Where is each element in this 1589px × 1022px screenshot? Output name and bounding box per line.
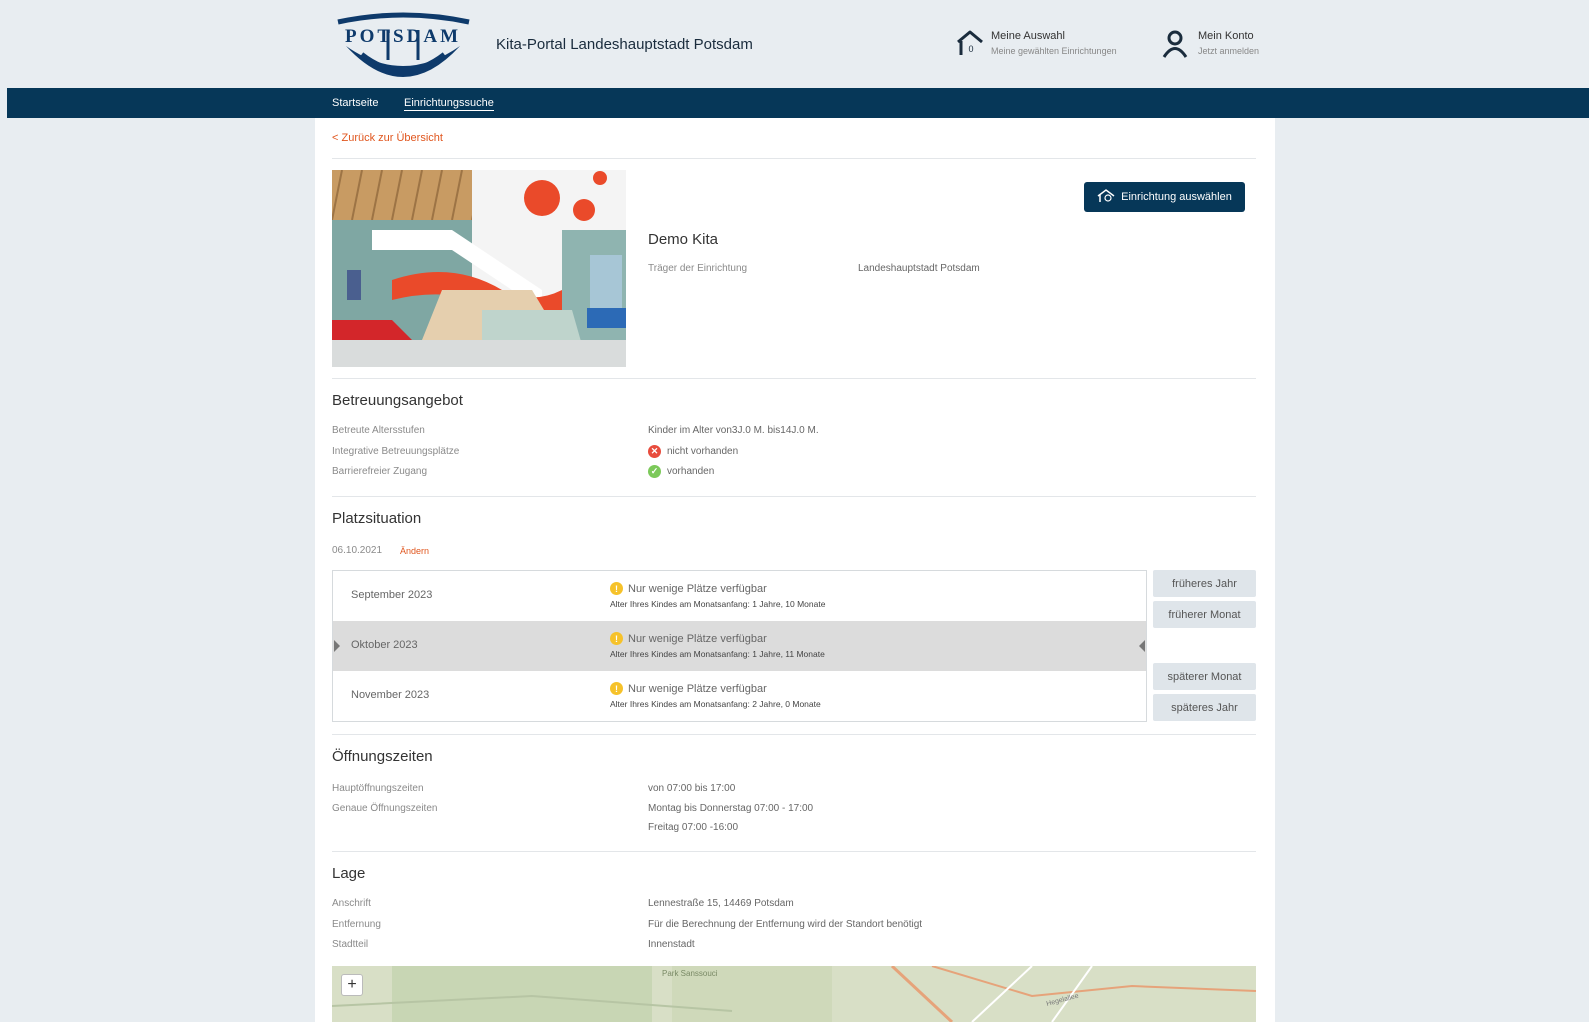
warning-icon: ! [610,682,623,695]
site-header: POTSDAM Kita-Portal Landeshauptstadt Pot… [7,0,1589,88]
select-facility-button[interactable]: Einrichtung auswählen [1084,182,1245,212]
stadtteil-value: Innenstadt [648,939,695,950]
month-age: Alter Ihres Kindes am Monatsanfang: 1 Ja… [610,649,825,659]
anschrift-label: Anschrift [332,898,371,909]
traeger-value: Landeshauptstadt Potsdam [858,263,980,274]
frueheres-jahr-button[interactable]: früheres Jahr [1153,570,1256,597]
altersstufen-text: Kinder im Alter von3J.0 M. bis14J.0 M. [648,425,819,436]
house-icon: 0 [955,28,985,58]
facility-name: Demo Kita [648,231,719,248]
stadtteil-label: Stadtteil [332,939,369,950]
genau-label: Genaue Öffnungszeiten [332,803,438,814]
konto-title: Mein Konto [1198,30,1254,42]
nav-einrichtungssuche[interactable]: Einrichtungssuche [404,97,494,111]
frueherer-monat-button[interactable]: früherer Monat [1153,601,1256,628]
month-row[interactable]: September 2023 ! Nur wenige Plätze verfü… [333,571,1146,621]
main-content: < Zurück zur Übersicht Einrichtung auswä… [315,118,1275,1022]
meine-auswahl-link[interactable]: 0 Meine Auswahl Meine gewählten Einricht… [955,28,1117,58]
platz-heading: Platzsituation [332,510,422,527]
nav-startseite[interactable]: Startseite [332,97,378,109]
logo-text: POTSDAM [345,26,461,47]
portal-title: Kita-Portal Landeshauptstadt Potsdam [496,36,753,53]
status-text: Nur wenige Plätze verfügbar [628,632,767,645]
platz-date: 06.10.2021 [332,545,383,556]
barrierefrei-text: vorhanden [667,466,715,477]
integrative-value: ✕ nicht vorhanden [648,445,738,458]
haupt-label: Hauptöffnungszeiten [332,783,424,794]
month-status: ! Nur wenige Plätze verfügbar [610,682,767,695]
lage-heading: Lage [332,865,366,882]
user-icon [1162,28,1192,58]
month-age: Alter Ihres Kindes am Monatsanfang: 1 Ja… [610,599,826,609]
month-list: September 2023 ! Nur wenige Plätze verfü… [332,570,1147,722]
divider [332,734,1256,735]
spaeterer-monat-button[interactable]: späterer Monat [1153,663,1256,690]
warning-icon: ! [610,632,623,645]
haupt-value: von 07:00 bis 17:00 [648,783,736,794]
main-nav: Startseite Einrichtungssuche [7,88,1589,118]
divider [332,158,1256,159]
divider [332,378,1256,379]
potsdam-logo[interactable]: POTSDAM [332,8,475,84]
auswahl-count: 0 [968,44,973,54]
warning-icon: ! [610,582,623,595]
auswahl-title: Meine Auswahl [991,30,1065,42]
month-name: Oktober 2023 [351,639,418,651]
oeffnung-heading: Öffnungszeiten [332,748,433,765]
facility-photo [332,170,626,367]
status-text: Nur wenige Plätze verfügbar [628,682,767,695]
map-label-park: Park Sanssouci [662,969,718,978]
barrierefrei-label: Barrierefreier Zugang [332,466,428,477]
caret-left-icon [1139,640,1145,652]
back-link[interactable]: < Zurück zur Übersicht [332,132,443,144]
select-facility-label: Einrichtung auswählen [1121,191,1232,203]
barrierefrei-value: ✓ vorhanden [648,465,714,478]
altersstufen-value: Kinder im Alter von3J.0 M. bis14J.0 M. [648,425,819,436]
month-row[interactable]: November 2023 ! Nur wenige Plätze verfüg… [333,671,1146,721]
anschrift-value: Lennestraße 15, 14469 Potsdam [648,898,794,909]
check-circle-icon: ✓ [648,465,661,478]
month-row-selected[interactable]: Oktober 2023 ! Nur wenige Plätze verfügb… [333,621,1146,671]
divider [332,851,1256,852]
traeger-label: Träger der Einrichtung [648,263,748,274]
entfernung-label: Entfernung [332,919,381,930]
house-plus-icon [1097,188,1115,206]
caret-right-icon [334,640,340,652]
month-status: ! Nur wenige Plätze verfügbar [610,632,767,645]
altersstufen-label: Betreute Altersstufen [332,425,425,436]
genau-value-1: Montag bis Donnerstag 07:00 - 17:00 [648,803,814,814]
auswahl-subtitle: Meine gewählten Einrichtungen [991,46,1117,56]
integrative-label: Integrative Betreuungsplätze [332,446,460,457]
integrative-text: nicht vorhanden [667,446,739,457]
konto-subtitle: Jetzt anmelden [1198,46,1260,56]
genau-value-2: Freitag 07:00 -16:00 [648,822,739,833]
divider [332,496,1256,497]
month-status: ! Nur wenige Plätze verfügbar [610,582,767,595]
status-text: Nur wenige Plätze verfügbar [628,582,767,595]
spaeteres-jahr-button[interactable]: späteres Jahr [1153,694,1256,721]
entfernung-value: Für die Berechnung der Entfernung wird d… [648,919,923,930]
month-name: November 2023 [351,689,430,701]
location-map[interactable]: Park Sanssouci Hegelallee + [332,966,1256,1022]
cross-circle-icon: ✕ [648,445,661,458]
month-name: September 2023 [351,589,433,601]
month-age: Alter Ihres Kindes am Monatsanfang: 2 Ja… [610,699,821,709]
betreuung-heading: Betreuungsangebot [332,392,463,409]
zoom-in-button[interactable]: + [341,974,363,996]
aendern-link[interactable]: Ändern [400,546,429,556]
mein-konto-link[interactable]: Mein Konto Jetzt anmelden [1162,28,1259,58]
